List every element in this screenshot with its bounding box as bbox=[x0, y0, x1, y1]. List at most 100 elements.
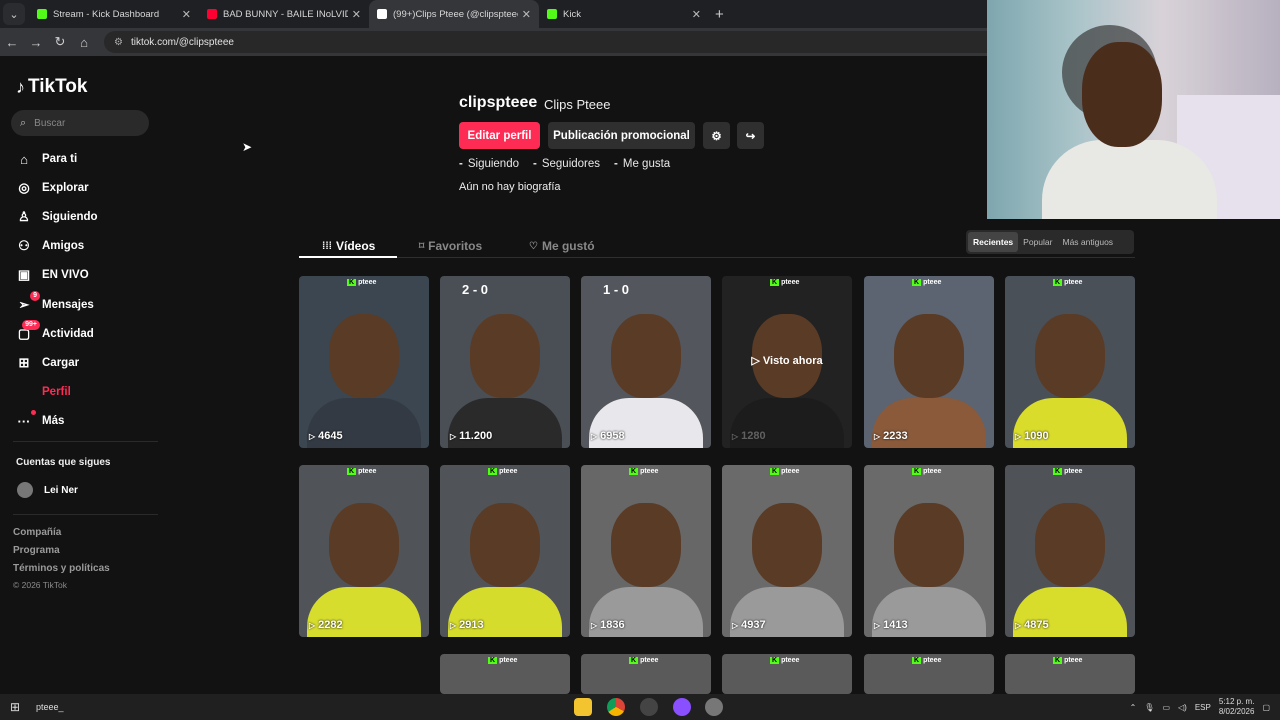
tab-videos[interactable]: ⁞⁞⁞ Vídeos bbox=[322, 235, 375, 257]
language-indicator[interactable]: ESP bbox=[1195, 703, 1211, 712]
video-thumbnail[interactable]: Kpteee ▷ 2233 bbox=[864, 276, 994, 448]
home-button[interactable]: ⌂ bbox=[72, 35, 96, 50]
sidebar-item-label: Mensajes bbox=[42, 299, 94, 311]
video-thumbnail[interactable]: 2 - 0 ▷ 11.200 bbox=[440, 276, 570, 448]
sort-recent-button[interactable]: Recientes bbox=[968, 232, 1019, 252]
video-thumbnail[interactable]: Kpteee ▷ 4937 bbox=[722, 465, 852, 637]
back-button[interactable]: ← bbox=[0, 35, 24, 50]
close-tab-icon[interactable]: ✕ bbox=[692, 8, 701, 21]
chrome-icon[interactable] bbox=[607, 698, 625, 716]
site-info-icon[interactable]: ⚙ bbox=[114, 37, 123, 48]
app2-icon[interactable] bbox=[705, 698, 723, 716]
sidebar-item-cargar[interactable]: ⊞ Cargar bbox=[16, 352, 80, 374]
search-icon: ⌕ bbox=[20, 116, 27, 129]
profile-stats: - Siguiendo - Seguidores - Me gusta bbox=[459, 158, 670, 170]
following-account[interactable]: Lei Ner bbox=[17, 482, 78, 498]
sidebar-item-actividad[interactable]: ▢ 99+ Actividad bbox=[16, 320, 94, 345]
view-count: ▷ 1280 bbox=[732, 430, 766, 442]
followers-stat[interactable]: - Seguidores bbox=[533, 158, 600, 170]
browser-tab[interactable]: Kick ✕ bbox=[539, 0, 709, 28]
promo-post-button[interactable]: Publicación promocional bbox=[548, 122, 695, 149]
edit-profile-button[interactable]: Editar perfil bbox=[459, 122, 540, 149]
share-button[interactable]: ↪ bbox=[737, 122, 764, 149]
obs-icon[interactable] bbox=[640, 698, 658, 716]
url-input[interactable]: ⚙ tiktok.com/@clipspteee bbox=[104, 31, 1084, 53]
tab-favicon-icon bbox=[547, 9, 557, 19]
video-thumbnail[interactable]: Kpteee bbox=[581, 654, 711, 694]
following-stat[interactable]: - Siguiendo bbox=[459, 158, 519, 170]
footer-terms-link[interactable]: Términos y políticas bbox=[13, 563, 110, 574]
video-thumbnail[interactable]: Kpteee ▷ 4875 bbox=[1005, 465, 1135, 637]
app-icon[interactable] bbox=[673, 698, 691, 716]
network-icon[interactable]: ▭ bbox=[1162, 703, 1170, 712]
notification-icon[interactable]: ▢ bbox=[1262, 703, 1270, 712]
tab-favicon-icon bbox=[377, 9, 387, 19]
file-explorer-icon[interactable] bbox=[574, 698, 592, 716]
person-head bbox=[752, 503, 822, 587]
sidebar-item-m-s[interactable]: ··· Más bbox=[16, 409, 64, 432]
close-tab-icon[interactable]: ✕ bbox=[182, 8, 191, 21]
video-thumbnail[interactable]: 1 - 0 ▷ 6958 bbox=[581, 276, 711, 448]
video-thumbnail[interactable]: Kpteee ▷ Visto ahora ▷ 1280 bbox=[722, 276, 852, 448]
forward-button[interactable]: → bbox=[24, 35, 48, 50]
video-thumbnail[interactable]: Kpteee bbox=[1005, 654, 1135, 694]
tab-liked[interactable]: ♡ Me gustó bbox=[529, 235, 595, 257]
browser-tab[interactable]: (99+)Clips Pteee (@clipspteee) ✕ bbox=[369, 0, 539, 28]
tab-search-button[interactable]: ⌄ bbox=[3, 3, 25, 25]
view-count: ▷ 4875 bbox=[1015, 619, 1049, 631]
tiktok-logo[interactable]: ♪ TikTok bbox=[16, 76, 87, 98]
play-icon: ▷ bbox=[591, 621, 598, 630]
divider bbox=[13, 441, 158, 442]
sidebar-item-explorar[interactable]: ◎ Explorar bbox=[16, 177, 88, 199]
video-thumbnail[interactable]: Kpteee bbox=[722, 654, 852, 694]
sidebar-item-en-vivo[interactable]: ▣ EN VIVO bbox=[16, 264, 89, 286]
video-thumbnail[interactable]: Kpteee ▷ 1090 bbox=[1005, 276, 1135, 448]
tab-favicon-icon bbox=[37, 9, 47, 19]
sidebar-item-perfil[interactable]: Perfil bbox=[16, 381, 71, 403]
view-count: ▷ 6958 bbox=[591, 430, 625, 442]
video-thumbnail[interactable]: Kpteee ▷ 1413 bbox=[864, 465, 994, 637]
kick-watermark: Kpteee bbox=[629, 468, 659, 475]
video-thumbnail[interactable]: Kpteee bbox=[864, 654, 994, 694]
sidebar-item-mensajes[interactable]: ➢ 9 Mensajes bbox=[16, 291, 94, 316]
play-icon: ▷ bbox=[450, 621, 457, 630]
view-count: ▷ 2233 bbox=[874, 430, 908, 442]
close-tab-icon[interactable]: ✕ bbox=[352, 8, 361, 21]
microphone-icon[interactable]: 🎙 bbox=[1144, 703, 1154, 712]
bookmark-icon: ⌑ bbox=[419, 240, 425, 252]
sidebar-item-para-ti[interactable]: ⌂ Para ti bbox=[16, 148, 77, 170]
video-thumbnail[interactable]: Kpteee ▷ 2282 bbox=[299, 465, 429, 637]
sidebar-item-siguiendo[interactable]: ♙ Siguiendo bbox=[16, 206, 98, 228]
person-head bbox=[1035, 314, 1105, 398]
tab-favorites[interactable]: ⌑ Favoritos bbox=[419, 235, 482, 257]
reload-button[interactable]: ↻ bbox=[48, 34, 72, 50]
live-icon: ▣ bbox=[17, 267, 31, 282]
sort-oldest-button[interactable]: Más antiguos bbox=[1057, 232, 1118, 252]
kick-watermark: Kpteee bbox=[347, 468, 377, 475]
person-head bbox=[329, 314, 399, 398]
clock[interactable]: 5:12 p. m. 8/02/2026 bbox=[1219, 697, 1255, 717]
view-count: ▷ 4645 bbox=[309, 430, 343, 442]
video-thumbnail[interactable]: Kpteee ▷ 4645 bbox=[299, 276, 429, 448]
footer-company-link[interactable]: Compañía bbox=[13, 527, 61, 538]
sort-popular-button[interactable]: Popular bbox=[1018, 232, 1057, 252]
video-thumbnail[interactable]: Kpteee ▷ 1836 bbox=[581, 465, 711, 637]
video-thumbnail[interactable]: Kpteee ▷ 2913 bbox=[440, 465, 570, 637]
close-tab-icon[interactable]: ✕ bbox=[522, 8, 531, 21]
sidebar-item-label: Siguiendo bbox=[42, 211, 98, 223]
settings-button[interactable]: ⚙ bbox=[703, 122, 730, 149]
video-thumbnail[interactable]: Kpteee bbox=[440, 654, 570, 694]
browser-tab[interactable]: Stream - Kick Dashboard ✕ bbox=[29, 0, 199, 28]
webcam-overlay bbox=[987, 0, 1280, 219]
volume-icon[interactable]: ◁) bbox=[1178, 703, 1187, 712]
new-tab-button[interactable]: + bbox=[715, 6, 724, 23]
footer-program-link[interactable]: Programa bbox=[13, 545, 60, 556]
sidebar-item-amigos[interactable]: ⚇ Amigos bbox=[16, 235, 84, 257]
browser-tab[interactable]: BAD BUNNY - BAILE INoLVIDABLE ✕ bbox=[199, 0, 369, 28]
person-head bbox=[470, 314, 540, 398]
chevron-up-icon[interactable]: ⌃ bbox=[1130, 703, 1137, 712]
windows-start-icon[interactable]: ⊞ bbox=[0, 700, 30, 714]
heart-icon: ♡ bbox=[529, 240, 538, 252]
tiktok-note-icon: ♪ bbox=[16, 76, 25, 97]
search-input[interactable]: ⌕ Buscar bbox=[11, 110, 149, 136]
